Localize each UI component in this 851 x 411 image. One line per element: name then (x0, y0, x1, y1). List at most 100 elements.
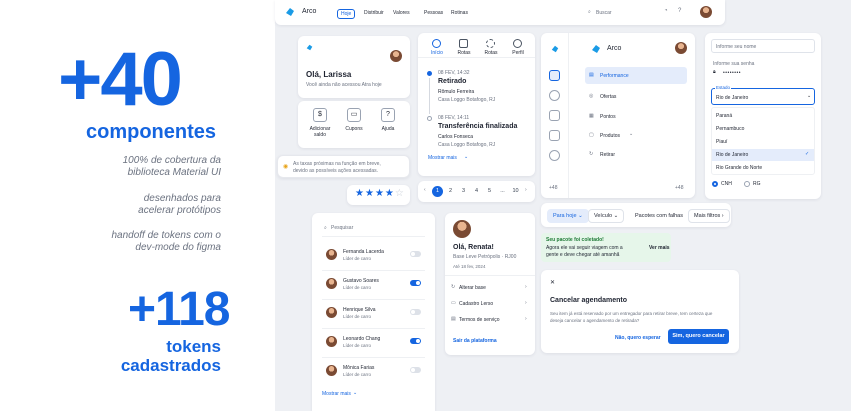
star-icon[interactable]: ☆ (395, 188, 405, 199)
star-icon[interactable]: ★ (365, 188, 375, 199)
chip-mais-filtros[interactable]: Mais filtros › (688, 209, 730, 223)
check-icon: ✓ (805, 151, 810, 157)
user-list-show-more[interactable]: Mostrar mais (322, 391, 351, 397)
chip-para-hoje[interactable]: Para hoje ⌄ (547, 209, 589, 223)
state-option-0[interactable]: Paraná (716, 113, 732, 119)
entry-1-title: Retirado (438, 78, 467, 85)
warning-icon: ◉ (283, 164, 289, 170)
tag-icon: ◎ (589, 93, 594, 99)
profile-card: Olá, Renata! Base Leve Petrópolis · RJ00… (445, 213, 535, 355)
bell-icon[interactable]: ◔ (664, 8, 668, 14)
row-divider (322, 328, 425, 329)
profile-menu-termos[interactable]: ▤ Termos de serviço › (451, 315, 531, 327)
user-toggle[interactable] (410, 280, 421, 286)
star-icon[interactable]: ★ (355, 188, 365, 199)
nav-item-distribuir[interactable]: Distribuir (364, 10, 384, 16)
component-canvas: Arco Hoje Distribuir Valores Pessoas Rot… (275, 0, 851, 411)
star-icon[interactable]: ★ (375, 188, 385, 199)
user-toggle[interactable] (410, 338, 421, 344)
user-avatar (326, 336, 337, 347)
profile-menu-alterar-base[interactable]: ↻ Alterar base › (451, 283, 531, 295)
rail-calendar-icon[interactable] (549, 110, 560, 121)
user-name: Henrique Silva (343, 307, 376, 313)
page-10[interactable]: 10 (510, 186, 521, 197)
user-role: Líder de carro (343, 256, 372, 261)
snackbar-text-1: Agora ele vai seguir viagem com a (546, 245, 623, 251)
logout-link[interactable]: Sair da plataforma (453, 338, 497, 344)
state-option-1[interactable]: Pernambuco (716, 126, 744, 132)
profile-greeting: Olá, Renata! (453, 244, 494, 251)
rail-chart-icon[interactable] (549, 70, 560, 81)
chip-veiculo-label: Veículo (594, 213, 613, 219)
chip-veiculo[interactable]: Veículo ⌄ (588, 209, 625, 223)
dialog-primary-button[interactable]: Sim, quero cancelar (668, 329, 729, 344)
chip-pacotes-falhas[interactable]: Pacotes com falhas (629, 209, 689, 223)
sidebar-card: +48 Arco ▤ Performance ◎ Ofertas ▦ Ponto… (541, 33, 695, 198)
state-select[interactable]: Estado Rio de Janeiro ⌄ (711, 85, 815, 105)
rail-box-icon[interactable] (549, 130, 560, 141)
entry-1-line-1: Rômulo Ferreira (438, 89, 475, 95)
nav-item-rotinas[interactable]: Rotinas (451, 10, 468, 16)
sidebar-item-ofertas[interactable]: ◎ Ofertas (585, 88, 687, 105)
timeline-show-more[interactable]: Mostrar mais (428, 155, 457, 161)
prev-page-icon[interactable]: ‹ (424, 187, 426, 193)
sidebar-avatar[interactable] (675, 42, 687, 54)
compass-icon (432, 39, 441, 48)
welcome-card: Olá, Larissa Você ainda não acessou Atra… (298, 36, 410, 98)
page-4[interactable]: 4 (471, 186, 482, 197)
nav-item-valores[interactable]: Valores (393, 10, 410, 16)
navbar-search-input[interactable]: Buscar (596, 10, 612, 16)
user-list-card: ⌕ Pesquisar Fernanda Lacerda Líder de car… (312, 213, 435, 411)
chevron-down-icon: ⌄ (464, 154, 469, 160)
page-1[interactable]: 1 (432, 186, 443, 197)
nav-item-pessoas[interactable]: Pessoas (424, 10, 443, 16)
user-role: Líder de carro (343, 314, 372, 319)
sidebar-logo-text: Arco (607, 45, 622, 52)
rail-tag-icon[interactable] (549, 90, 560, 101)
state-option-2[interactable]: Piauí (716, 139, 727, 145)
snackbar-action[interactable]: Ver mais (649, 245, 670, 251)
password-input[interactable]: •••••••• (723, 70, 741, 76)
welcome-avatar[interactable] (390, 50, 402, 62)
timeline-card: Início Rotas Rotas Perfil 08 FEV, 14:32 … (418, 33, 535, 176)
sidebar-item-retirar[interactable]: ↻ Retirar (585, 146, 687, 163)
rail-refresh-icon[interactable] (549, 150, 560, 161)
password-label: Informe sua senha (713, 61, 755, 67)
cancel-dialog: ✕ Cancelar agendamento Seu item já está … (541, 270, 739, 353)
components-count: +40 (58, 37, 183, 122)
star-rating[interactable]: ★★★★☆ (355, 188, 405, 199)
dialog-body-2: deseja cancelar o agendamento de retirad… (550, 318, 640, 323)
row-divider (322, 270, 425, 271)
user-search-input[interactable]: Pesquisar (331, 225, 353, 231)
profile-avatar[interactable] (453, 220, 471, 238)
navbar-avatar[interactable] (700, 6, 712, 18)
dialog-close-icon[interactable]: ✕ (550, 279, 555, 286)
page-2[interactable]: 2 (445, 186, 456, 197)
page-3[interactable]: 3 (458, 186, 469, 197)
page-ellipsis: ... (500, 188, 505, 194)
sidebar-item-performance[interactable]: ▤ Performance (585, 67, 687, 84)
radio-cnh[interactable] (712, 181, 718, 187)
dialog-secondary-button[interactable]: Não, quero esperar (615, 335, 661, 341)
page-5[interactable]: 5 (484, 186, 495, 197)
tab-perfil-label: Perfil (512, 50, 524, 56)
state-option-3[interactable]: Rio de Janeiro (716, 152, 748, 158)
next-page-icon[interactable]: › (525, 187, 527, 193)
profile-menu-cadastro[interactable]: ▭ Cadastro Lerso › (451, 299, 531, 311)
search-icon[interactable]: ⌕ (588, 9, 591, 15)
state-option-4[interactable]: Rio Grande do Norte (716, 165, 762, 171)
help-icon[interactable]: ? (678, 8, 681, 14)
user-toggle[interactable] (410, 309, 421, 315)
designed-line-1: desenhados para (143, 193, 221, 204)
user-toggle[interactable] (410, 367, 421, 373)
star-icon[interactable]: ★ (385, 188, 395, 199)
sidebar-item-pontos[interactable]: ▦ Pontos (585, 108, 687, 125)
sidebar-badge: +48 (675, 185, 684, 191)
nav-item-hoje[interactable]: Hoje (337, 9, 356, 19)
name-input[interactable]: Informe seu nome (711, 39, 815, 53)
radio-rg[interactable] (744, 181, 750, 187)
sidebar-item-retirar-label: Retirar (600, 152, 616, 158)
sidebar-item-produtos-label: Produtos (600, 133, 621, 139)
user-toggle[interactable] (410, 251, 421, 257)
sidebar-item-produtos[interactable]: ▢ Produtos ⌄ (585, 127, 687, 144)
